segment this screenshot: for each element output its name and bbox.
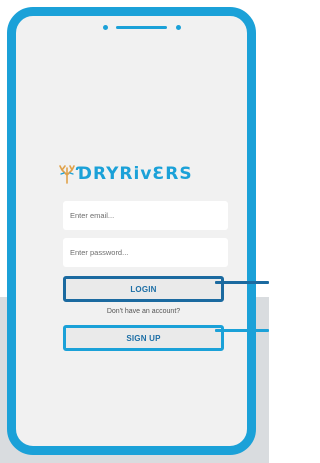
signup-callout-line <box>215 329 269 332</box>
speaker-grille <box>116 26 167 29</box>
login-callout-line <box>215 281 269 284</box>
password-input[interactable] <box>63 238 228 267</box>
phone-notch <box>103 24 181 33</box>
signup-prompt-text: Don't have an account? <box>106 308 181 315</box>
phone-frame: ƊRYRivƐRS LOGIN Don't have an account? S… <box>7 7 256 455</box>
logo-wordmark: ƊRYRivƐRS <box>77 164 193 184</box>
camera-icon <box>103 25 108 30</box>
sensor-icon <box>176 25 181 30</box>
signup-button[interactable]: SIGN UP <box>63 325 224 351</box>
app-logo: ƊRYRivƐRS <box>58 161 193 187</box>
email-input[interactable] <box>63 201 228 230</box>
login-button[interactable]: LOGIN <box>63 276 224 302</box>
river-tree-icon <box>59 165 75 184</box>
